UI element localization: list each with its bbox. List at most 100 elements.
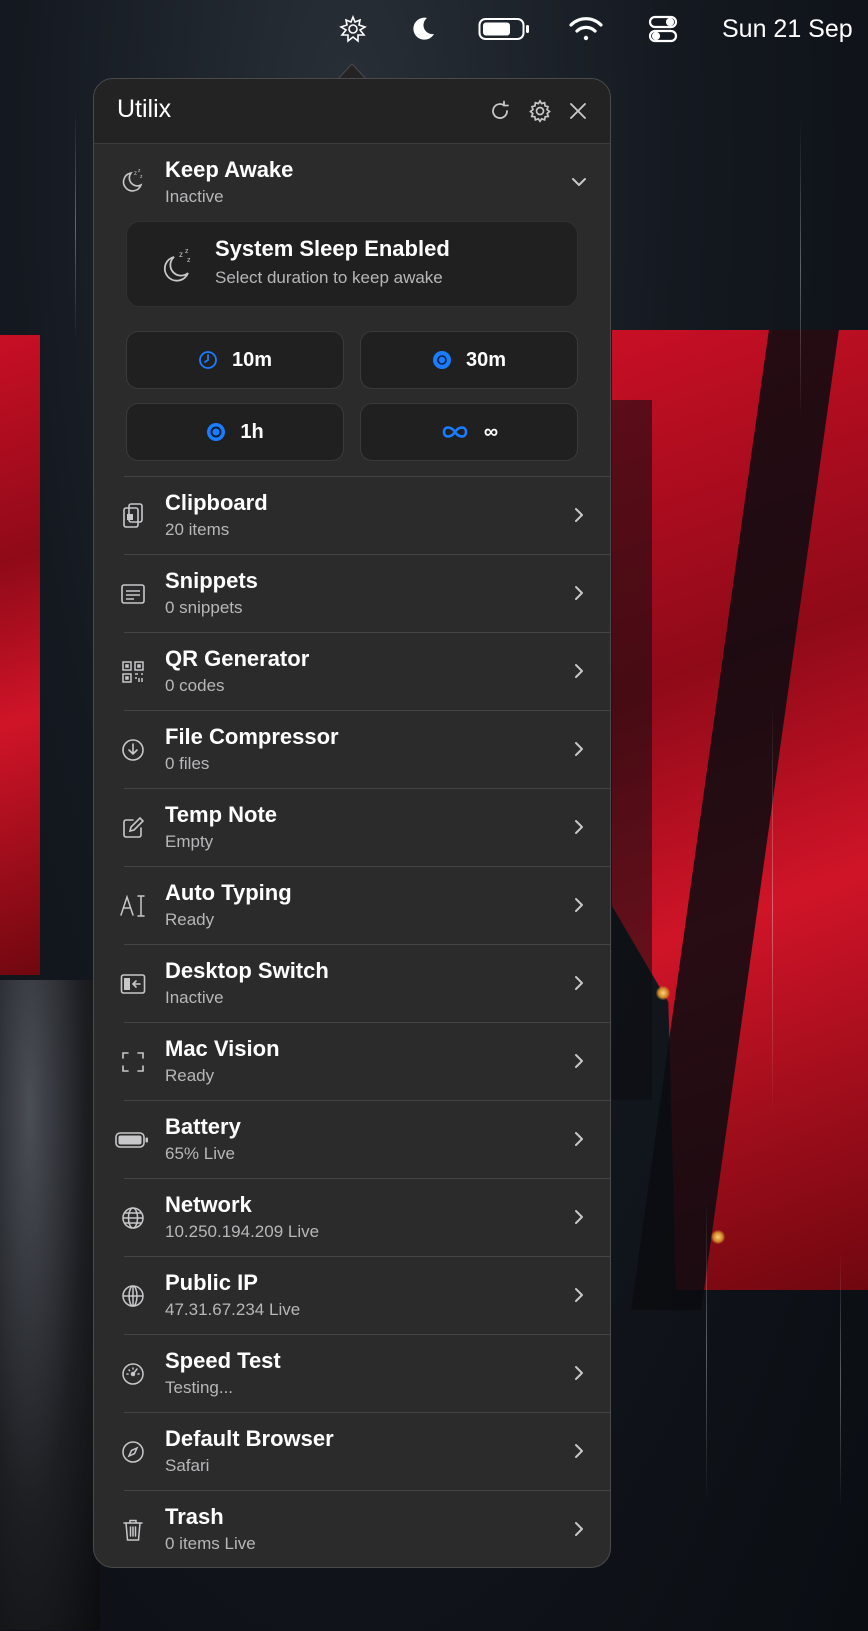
chevron-right-icon (575, 742, 583, 756)
control-center-icon[interactable] (648, 14, 678, 44)
divider (124, 1256, 610, 1257)
tool-title: Temp Note (165, 802, 278, 827)
chevron-right-icon (575, 976, 583, 990)
tool-row-snippets[interactable]: Snippets 0 snippets (94, 554, 610, 632)
divider (124, 554, 610, 555)
moon-icon[interactable] (408, 14, 438, 44)
clock-icon (198, 350, 218, 370)
divider (124, 1100, 610, 1101)
duration-label: 1h (240, 420, 264, 443)
svg-text:z: z (134, 171, 137, 177)
tool-row-public-ip[interactable]: Public IP 47.31.67.234 Live (94, 1256, 610, 1334)
speedometer-icon (118, 1359, 148, 1389)
tool-title: Auto Typing (165, 880, 292, 905)
duration-10m-button[interactable]: 10m (126, 331, 344, 389)
chevron-right-icon (575, 1054, 583, 1068)
wallpaper-rain-streak (772, 700, 773, 1120)
divider (124, 710, 610, 711)
divider (124, 944, 610, 945)
duration-30m-button[interactable]: 30m (360, 331, 578, 389)
panel-title: Utilix (117, 95, 172, 123)
svg-text:z: z (187, 257, 191, 264)
tool-subtitle: 20 items (165, 520, 230, 539)
chevron-right-icon (575, 1444, 583, 1458)
tool-row-network[interactable]: Network 10.250.194.209 Live (94, 1178, 610, 1256)
divider (124, 1412, 610, 1413)
duration-1h-button[interactable]: 1h (126, 403, 344, 461)
wifi-icon[interactable] (568, 14, 604, 44)
divider (124, 1490, 610, 1491)
divider (124, 476, 610, 477)
tool-title: Speed Test (165, 1348, 281, 1373)
infinity-icon (440, 422, 470, 442)
chevron-right-icon (575, 1132, 583, 1146)
duration-label: 10m (231, 348, 273, 371)
sleep-zzz-icon: z z z (159, 246, 197, 284)
divider (124, 866, 610, 867)
tool-row-file-compressor[interactable]: File Compressor 0 files (94, 710, 610, 788)
divider (124, 1178, 610, 1179)
utilix-app-icon[interactable] (337, 14, 369, 44)
tool-title: File Compressor (165, 724, 339, 749)
tool-title: Clipboard (165, 490, 268, 515)
chevron-right-icon (575, 898, 583, 912)
wallpaper-dark-streak (612, 400, 652, 1100)
tool-row-default-browser[interactable]: Default Browser Safari (94, 1412, 610, 1490)
tool-title: Trash (165, 1504, 224, 1529)
close-icon[interactable] (564, 97, 592, 125)
battery-icon[interactable] (478, 14, 530, 44)
tool-subtitle: Safari (165, 1456, 210, 1475)
tool-subtitle: Testing... (165, 1378, 234, 1397)
chevron-right-icon (575, 508, 583, 522)
chevron-right-icon (575, 1288, 583, 1302)
compass-icon (118, 1437, 148, 1467)
note-edit-icon (118, 813, 148, 843)
tool-title: Public IP (165, 1270, 258, 1295)
tool-row-clipboard[interactable]: Clipboard 20 items (94, 476, 610, 554)
tool-row-desktop-switch[interactable]: Desktop Switch Inactive (94, 944, 610, 1022)
keep-awake-status: Inactive (165, 187, 224, 206)
tool-title: Mac Vision (165, 1036, 280, 1061)
duration-infinite-button[interactable]: ∞ (360, 403, 578, 461)
panel-header: Utilix (94, 79, 610, 144)
sleep-status-subtitle: Select duration to keep awake (215, 268, 443, 287)
chevron-right-icon (575, 664, 583, 678)
utilix-panel: Utilix z z z Keep Awake Inactive z z z S… (93, 78, 611, 1568)
tool-row-temp-note[interactable]: Temp Note Empty (94, 788, 610, 866)
clipboard-icon (118, 501, 148, 531)
tool-title: Default Browser (165, 1426, 334, 1451)
tool-subtitle: 0 snippets (165, 598, 243, 617)
svg-text:z: z (185, 248, 189, 255)
globe-grid-icon (118, 1281, 148, 1311)
chevron-right-icon (575, 586, 583, 600)
chevron-down-icon[interactable] (570, 173, 588, 191)
svg-text:z: z (140, 174, 143, 180)
tool-subtitle: 47.31.67.234 Live (165, 1300, 301, 1319)
tool-title: Snippets (165, 568, 258, 593)
text-cursor-icon (118, 891, 148, 921)
tool-row-mac-vision[interactable]: Mac Vision Ready (94, 1022, 610, 1100)
tool-subtitle: 0 files (165, 754, 210, 773)
tool-row-auto-typing[interactable]: Auto Typing Ready (94, 866, 610, 944)
tool-title: Battery (165, 1114, 241, 1139)
divider (124, 1022, 610, 1023)
tool-row-trash[interactable]: Trash 0 items Live (94, 1490, 610, 1567)
download-circle-icon (118, 735, 148, 765)
keep-awake-row[interactable]: z z z Keep Awake Inactive (94, 143, 610, 219)
wallpaper-rain-streak (800, 120, 801, 420)
divider (124, 1334, 610, 1335)
menu-bar-date[interactable]: Sun 21 Sep (722, 14, 853, 44)
refresh-icon[interactable] (486, 97, 514, 125)
tool-row-qr-generator[interactable]: QR Generator 0 codes (94, 632, 610, 710)
clock-filled-icon (432, 350, 452, 370)
menu-bar: Sun 21 Sep (0, 0, 868, 58)
wallpaper-rain-streak (840, 1250, 841, 1510)
tool-row-speed-test[interactable]: Speed Test Testing... (94, 1334, 610, 1412)
tool-row-battery[interactable]: Battery 65% Live (94, 1100, 610, 1178)
trash-icon (118, 1515, 148, 1545)
wallpaper-rain-streak (706, 1200, 707, 1500)
gear-icon[interactable] (526, 97, 554, 125)
wallpaper-rain-streak (75, 110, 76, 340)
sleep-status-title: System Sleep Enabled (215, 236, 450, 261)
chevron-right-icon (575, 820, 583, 834)
